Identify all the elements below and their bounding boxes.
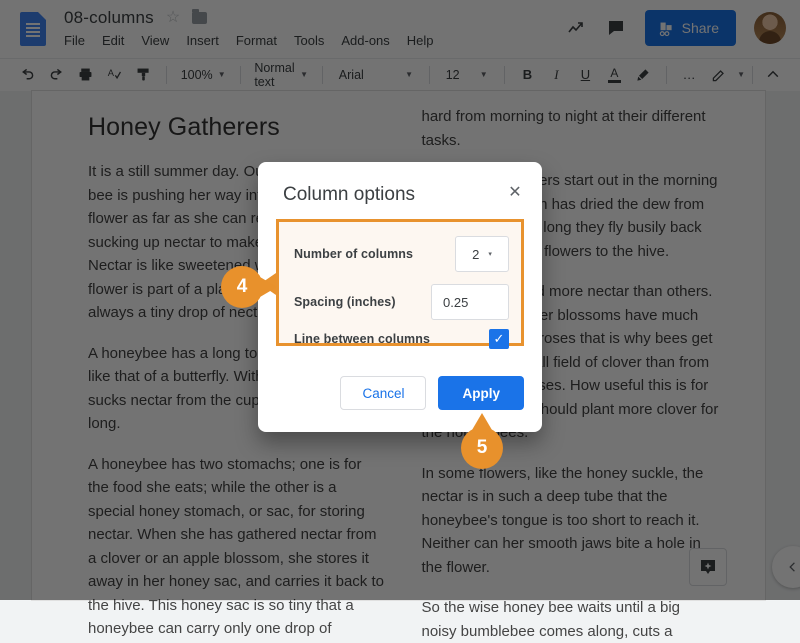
line-between-columns-checkbox[interactable]: ✓ — [489, 329, 509, 349]
apply-button[interactable]: Apply — [438, 376, 524, 410]
number-of-columns-row: Number of columns 2 ▾ — [294, 232, 509, 276]
cancel-button[interactable]: Cancel — [340, 376, 427, 410]
highlight-box: Number of columns 2 ▾ Spacing (inches) 0… — [260, 219, 524, 349]
line-between-columns-row: Line between columns ✓ — [294, 328, 509, 350]
close-icon[interactable]: ✕ — [506, 184, 524, 202]
spacing-input[interactable]: 0.25 — [431, 284, 509, 320]
callout-badge-4: 4 — [221, 266, 277, 308]
number-of-columns-label: Number of columns — [294, 247, 414, 261]
paragraph: So the wise honey bee waits until a big … — [421, 599, 681, 640]
column-options-dialog: Column options ✕ Number of columns 2 ▾ S… — [258, 162, 542, 432]
chevron-down-icon: ▾ — [488, 251, 492, 258]
dialog-actions: Cancel Apply — [340, 376, 524, 410]
spacing-row: Spacing (inches) 0.25 — [294, 280, 509, 324]
line-between-columns-label: Line between columns — [294, 332, 431, 346]
number-of-columns-value: 2 — [472, 246, 480, 262]
dialog-title: Column options — [283, 184, 416, 205]
check-icon: ✓ — [493, 331, 505, 346]
callout-badge-5: 5 — [461, 413, 503, 469]
number-of-columns-select[interactable]: 2 ▾ — [455, 236, 509, 272]
spacing-value: 0.25 — [443, 294, 469, 310]
spacing-label: Spacing (inches) — [294, 295, 396, 309]
